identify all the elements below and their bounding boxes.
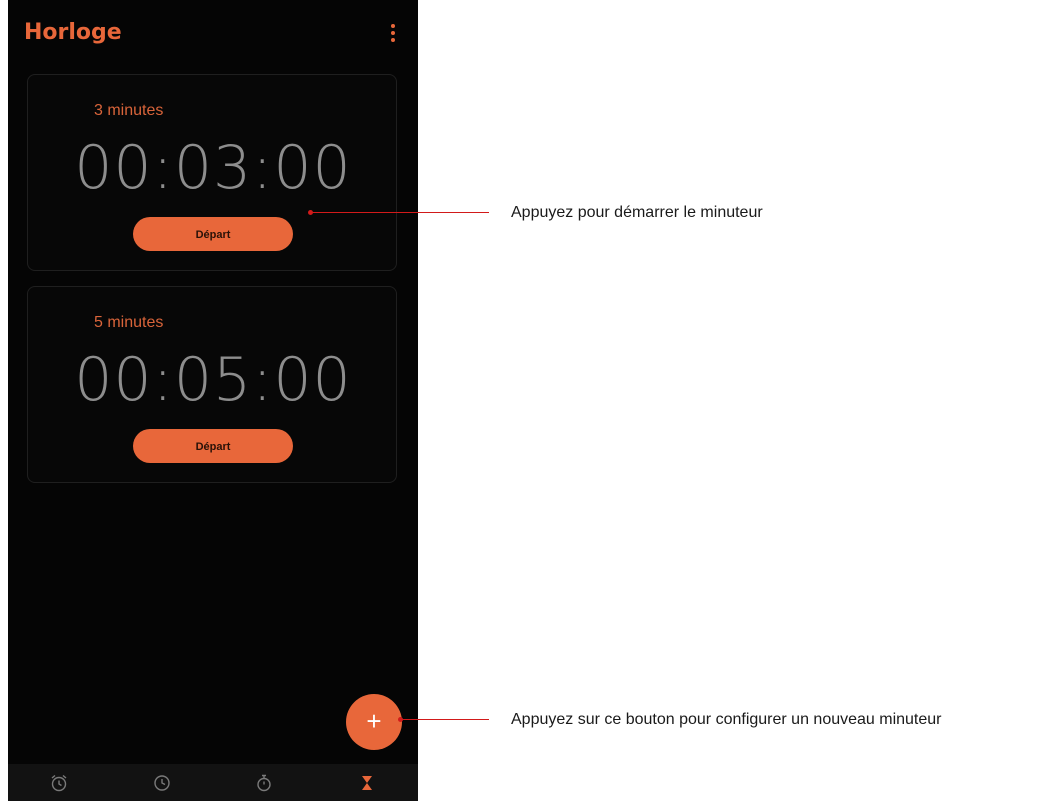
timer-label: 5 minutes xyxy=(94,314,164,331)
nav-stopwatch[interactable] xyxy=(244,768,284,798)
callout-line xyxy=(311,212,489,213)
callout-line xyxy=(401,719,489,720)
alarm-icon xyxy=(51,774,67,791)
timer-card[interactable]: 5 minutes 00:05:00 Départ xyxy=(27,286,397,483)
phone-screen: Horloge 3 minutes 00:03:00 Départ 5 minu… xyxy=(8,0,418,801)
stopwatch-icon xyxy=(257,774,271,791)
timer-time: 00:03:00 xyxy=(74,133,352,203)
start-button[interactable]: Départ xyxy=(133,429,293,463)
add-timer-button[interactable]: + xyxy=(346,694,402,750)
clock-icon xyxy=(154,774,170,791)
add-callout-text: Appuyez sur ce bouton pour configurer un… xyxy=(511,711,942,728)
timer-time: 00:05:00 xyxy=(74,345,352,415)
timer-icon xyxy=(361,775,372,790)
start-callout-text: Appuyez pour démarrer le minuteur xyxy=(511,204,763,221)
more-options-icon[interactable] xyxy=(388,24,398,44)
bottom-nav xyxy=(8,764,418,801)
start-button[interactable]: Départ xyxy=(133,217,293,251)
nav-alarm[interactable] xyxy=(39,768,79,798)
timer-label: 3 minutes xyxy=(94,102,164,119)
nav-timer[interactable] xyxy=(347,768,387,798)
app-title: Horloge xyxy=(24,20,122,45)
nav-clock[interactable] xyxy=(142,768,182,798)
timer-card[interactable]: 3 minutes 00:03:00 Départ xyxy=(27,74,397,271)
